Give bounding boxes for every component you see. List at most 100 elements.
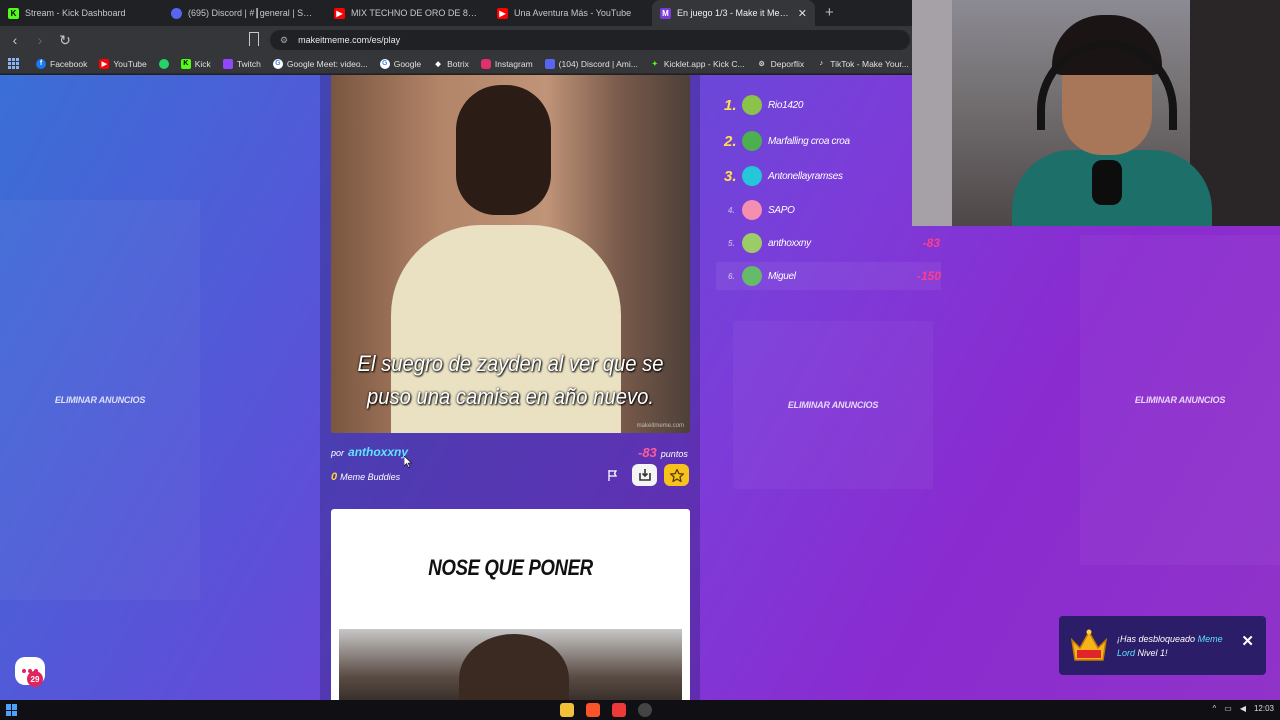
tray-chevron-icon[interactable]: ^: [1212, 704, 1216, 713]
kicklet-icon: ✦: [651, 60, 658, 68]
browser-tab[interactable]: ▶ Una Aventura Más - YouTube: [489, 0, 652, 26]
next-meme-card: NOSE QUE PONER: [331, 509, 690, 700]
toast-message: ¡Has desbloqueado Meme Lord Nivel 1!: [1117, 632, 1227, 660]
youtube-icon: ▶: [497, 7, 508, 19]
player-name: SAPO: [768, 204, 795, 216]
back-arrow-icon[interactable]: ‹: [5, 32, 25, 48]
vivaldi-icon[interactable]: [612, 703, 626, 717]
bookmark-youtube[interactable]: ▶ YouTube: [93, 58, 152, 69]
deporflix-icon: ⚙: [758, 60, 765, 68]
webcam-background-door: [912, 0, 952, 226]
leaderboard-row-current: 6. Miguel -150: [716, 262, 941, 290]
bookmark-tiktok[interactable]: ♪ TikTok - Make Your...: [810, 59, 915, 69]
chat-unread-badge: 29: [27, 671, 43, 687]
download-icon: [638, 469, 651, 481]
leaderboard-rank: 4.: [728, 205, 735, 215]
url-text: makeitmeme.com/es/play: [298, 35, 401, 45]
bookmark-icon[interactable]: [249, 32, 259, 46]
mouse-cursor-icon: [404, 456, 412, 468]
leaderboard-rank: 6.: [728, 271, 735, 281]
leaderboard-rank: 2.: [724, 132, 737, 150]
player-score: -83: [922, 236, 940, 250]
player-name: anthoxxny: [768, 237, 811, 249]
meme-image: El suegro de zayden al ver que se puso u…: [331, 75, 690, 433]
points-value: -83: [638, 445, 657, 460]
new-tab-button[interactable]: +: [815, 0, 844, 26]
forward-arrow-icon[interactable]: ›: [30, 32, 50, 48]
remove-ads-label: ELIMINAR ANUNCIOS: [787, 400, 879, 410]
leaderboard-row: 4. SAPO: [720, 196, 940, 224]
close-icon[interactable]: ✕: [1241, 632, 1254, 650]
bookmark-google[interactable]: G Google: [374, 58, 427, 69]
browser-tab[interactable]: ▶ MIX TECHNO DE ORO DE 80's & 90's: [326, 0, 489, 26]
toast-suffix: Nivel 1!: [1137, 647, 1168, 658]
bookmark-botrix[interactable]: ◆ Botrix: [427, 59, 475, 69]
leaderboard-row: 3. Antonellayramses: [720, 162, 940, 190]
crown-icon: [1070, 629, 1108, 661]
reload-icon[interactable]: ↻: [55, 32, 75, 49]
google-icon: G: [272, 58, 283, 69]
network-icon[interactable]: ▭: [1224, 704, 1232, 713]
leaderboard-rank: 5.: [728, 238, 735, 248]
player-avatar: [742, 131, 762, 151]
instagram-icon: [480, 58, 491, 69]
next-meme-figure: [459, 634, 569, 700]
address-bar[interactable]: ⚙ makeitmeme.com/es/play: [270, 30, 910, 50]
player-name: Miguel: [768, 270, 796, 282]
bookmark-discord[interactable]: (104) Discord | Ami...: [539, 58, 644, 69]
youtube-icon: ▶: [99, 58, 110, 69]
microphone: [1092, 160, 1122, 205]
favorite-meme-button[interactable]: [664, 464, 689, 486]
discord-icon: [544, 58, 555, 69]
save-meme-button[interactable]: [632, 464, 657, 486]
bookmark-whatsapp[interactable]: [153, 58, 175, 69]
author-prefix: por: [331, 448, 345, 458]
obs-icon[interactable]: [638, 703, 652, 717]
close-tab-icon[interactable]: ✕: [798, 7, 807, 20]
clock[interactable]: 12:03: [1254, 704, 1274, 713]
bookmark-deporflix[interactable]: ⚙ Deporflix: [751, 59, 811, 69]
bookmark-kick[interactable]: K Kick: [175, 58, 217, 69]
browser-tab[interactable]: K Stream - Kick Dashboard: [0, 0, 163, 26]
meme-buddies: 0 Meme Buddies: [331, 471, 400, 483]
site-settings-icon[interactable]: ⚙: [280, 35, 288, 46]
tab-title: Stream - Kick Dashboard: [25, 8, 126, 18]
meme-figure-head: [456, 85, 551, 215]
bookmark-google-meet[interactable]: G Google Meet: video...: [267, 58, 374, 69]
bookmark-kicklet[interactable]: ✦ Kicklet.app - Kick C...: [644, 59, 751, 69]
system-tray: ^ ▭ ◀ 12:03: [1212, 704, 1274, 713]
volume-icon[interactable]: ◀: [1240, 704, 1246, 713]
brave-browser-icon[interactable]: [586, 703, 600, 717]
report-flag-icon[interactable]: [608, 470, 618, 481]
ad-slot-middle[interactable]: ELIMINAR ANUNCIOS: [733, 321, 933, 489]
browser-tab-active[interactable]: M En juego 1/3 - Make it Meme ✕: [652, 0, 815, 26]
twitch-icon: [222, 58, 233, 69]
star-icon: [669, 468, 684, 482]
apps-grid-icon[interactable]: [8, 57, 20, 70]
kick-icon: K: [8, 7, 19, 19]
player-name: Antonellayramses: [768, 170, 843, 182]
bookmark-facebook[interactable]: f Facebook: [30, 58, 93, 69]
file-explorer-icon[interactable]: [560, 703, 574, 717]
remove-ads-label: ELIMINAR ANUNCIOS: [54, 395, 146, 405]
toast-prefix: ¡Has desbloqueado: [1117, 633, 1196, 644]
browser-tab[interactable]: (695) Discord | #┃general | SAPO: [163, 0, 326, 26]
meme-caption-line: El suegro de zayden al ver que se: [357, 351, 664, 376]
taskbar-apps: [560, 703, 652, 717]
windows-start-icon[interactable]: [6, 704, 18, 716]
buddies-label: Meme Buddies: [340, 472, 401, 482]
bookmark-instagram[interactable]: Instagram: [475, 58, 539, 69]
google-icon: G: [379, 58, 390, 69]
next-meme-image: [339, 629, 682, 700]
player-avatar: [742, 266, 762, 286]
player-avatar: [742, 200, 762, 220]
author-name[interactable]: anthoxxny: [348, 445, 408, 459]
os-taskbar: ^ ▭ ◀ 12:03: [0, 700, 1280, 720]
ad-slot-left[interactable]: ELIMINAR ANUNCIOS: [0, 200, 200, 600]
ad-slot-right[interactable]: ELIMINAR ANUNCIOS: [1080, 235, 1280, 565]
bookmark-twitch[interactable]: Twitch: [217, 58, 267, 69]
whatsapp-icon: [158, 58, 169, 69]
player-name: Rio1420: [768, 99, 804, 111]
tab-title: Una Aventura Más - YouTube: [514, 8, 632, 18]
leaderboard-rank: 3.: [724, 167, 737, 185]
